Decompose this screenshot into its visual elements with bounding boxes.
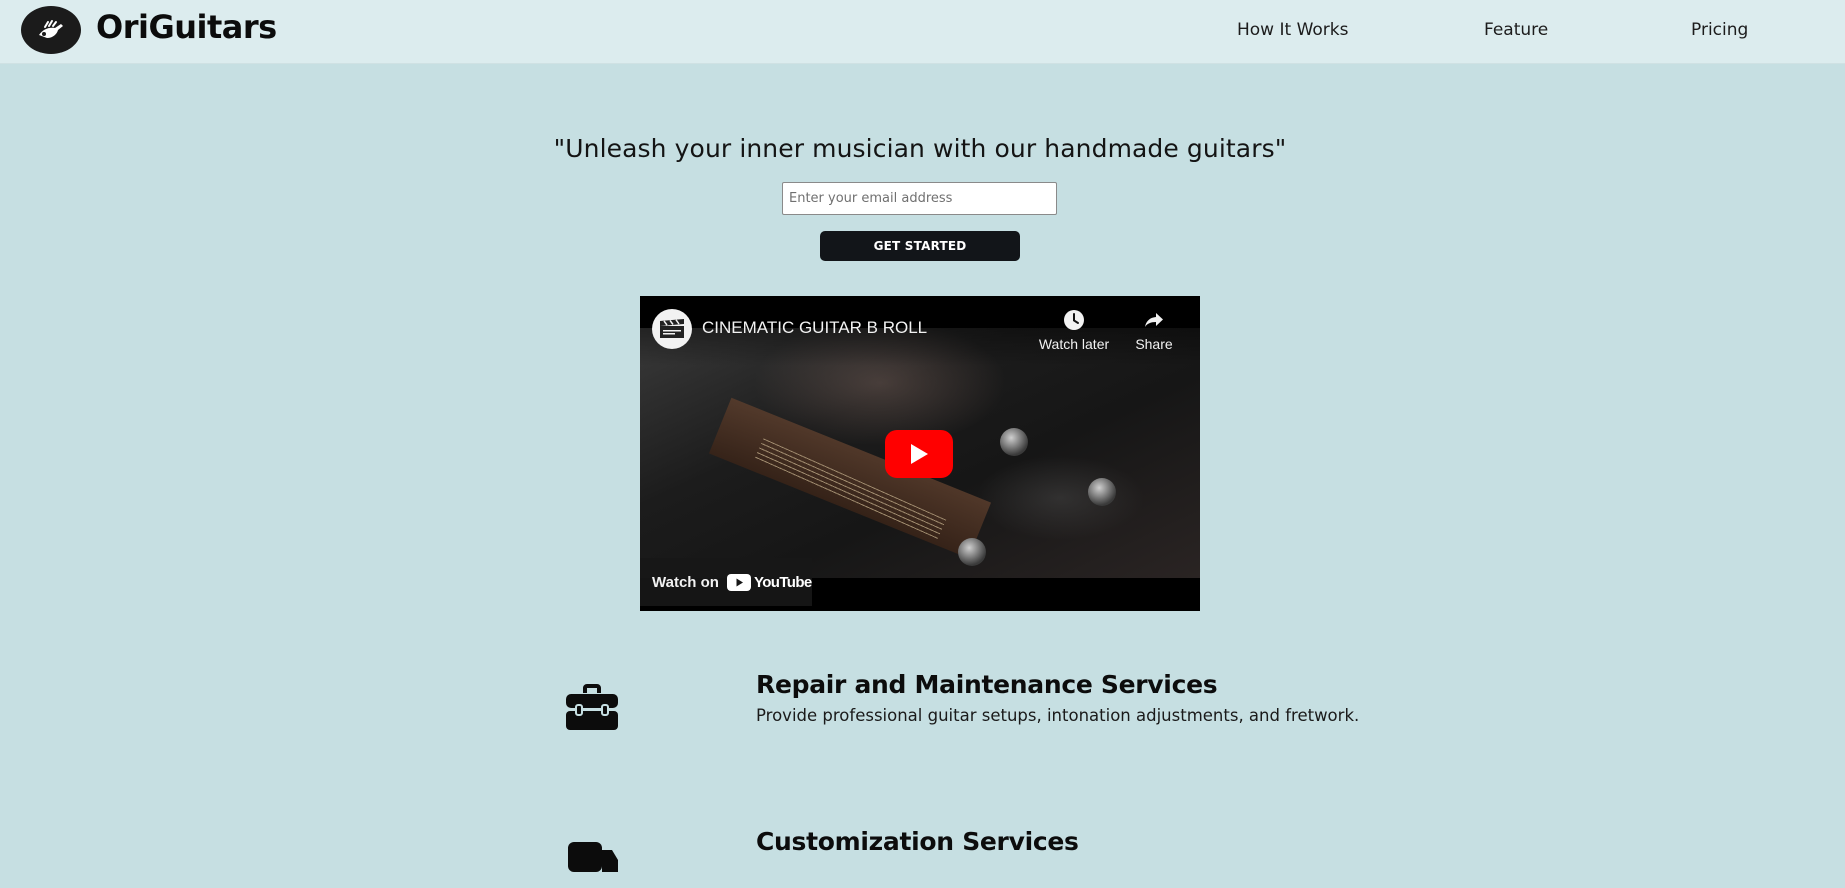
watch-later-button[interactable]: Watch later xyxy=(1034,308,1114,352)
feature-title: Repair and Maintenance Services xyxy=(756,670,1218,699)
channel-avatar[interactable] xyxy=(652,309,692,349)
truck-icon xyxy=(568,842,618,872)
watch-later-label: Watch later xyxy=(1038,336,1110,352)
watch-on-youtube-link[interactable]: Watch on YouTube xyxy=(640,558,812,606)
tuning-peg xyxy=(1088,478,1116,506)
share-icon xyxy=(1145,313,1163,327)
feature-description: Provide professional guitar setups, into… xyxy=(756,706,1360,725)
youtube-label: YouTube xyxy=(753,573,812,591)
clock-icon xyxy=(1064,310,1084,330)
get-started-button[interactable]: GET STARTED xyxy=(820,231,1020,261)
email-input[interactable] xyxy=(782,182,1057,215)
share-button[interactable]: Share xyxy=(1114,308,1194,352)
feature-title: Customization Services xyxy=(756,827,1079,856)
nav-pricing[interactable]: Pricing xyxy=(1691,20,1748,40)
hero-tagline: "Unleash your inner musician with our ha… xyxy=(553,134,1287,163)
play-button[interactable] xyxy=(885,430,953,478)
tuning-peg xyxy=(958,538,986,566)
clapperboard-icon xyxy=(660,319,684,338)
nav-feature[interactable]: Feature xyxy=(1484,20,1548,40)
nav-how-it-works[interactable]: How It Works xyxy=(1237,20,1348,40)
toolbox-icon xyxy=(566,684,618,730)
site-header: OriGuitars How It Works Feature Pricing xyxy=(0,0,1845,64)
video-title[interactable]: CINEMATIC GUITAR B ROLL xyxy=(702,318,927,338)
youtube-play-icon xyxy=(726,573,751,591)
share-label: Share xyxy=(1135,336,1173,352)
youtube-logo: YouTube xyxy=(726,573,812,591)
brand-name[interactable]: OriGuitars xyxy=(96,8,277,46)
play-icon xyxy=(911,444,928,464)
watch-on-label: Watch on xyxy=(652,573,719,591)
tuning-peg xyxy=(1000,428,1028,456)
logo-icon[interactable] xyxy=(21,6,81,54)
video-embed[interactable]: CINEMATIC GUITAR B ROLL Watch later Shar… xyxy=(640,296,1200,611)
